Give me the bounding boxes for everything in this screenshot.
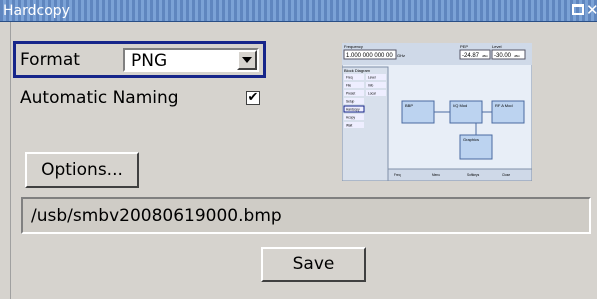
- preview-freq-unit: GHz: [397, 53, 405, 58]
- chevron-down-icon: [242, 57, 252, 63]
- format-value: PNG: [131, 51, 168, 71]
- file-path-field[interactable]: /usb/smbv20080619000.bmp: [21, 197, 591, 234]
- softkey: Menu: [432, 173, 440, 177]
- preview-level-value: -30.00: [494, 53, 512, 59]
- menu-item: Local: [368, 92, 376, 96]
- preview-freq-label: Frequency: [344, 44, 363, 49]
- hardcopy-dialog: Hardcopy ✕ Format PNG Automatic Naming ✔…: [0, 0, 597, 299]
- automatic-naming-label: Automatic Naming: [20, 88, 179, 108]
- dropdown-button[interactable]: [237, 50, 257, 70]
- file-path-text: /usb/smbv20080619000.bmp: [31, 206, 282, 226]
- close-icon[interactable]: ✕: [586, 2, 597, 19]
- preview-level-label: Level: [492, 44, 502, 49]
- menu-item: File: [346, 84, 351, 88]
- block-label: BBP: [405, 103, 413, 108]
- preview-menu-title: Block Diagram: [344, 68, 371, 73]
- block-label: I/Q Mod: [453, 103, 467, 108]
- preview-pep-label: PEP: [460, 44, 468, 49]
- softkey: Softkeys: [467, 173, 480, 177]
- save-button[interactable]: Save: [261, 247, 366, 282]
- menu-item: Info: [368, 84, 374, 88]
- menu-item: Hardcopy: [346, 108, 360, 112]
- softkey: Close: [502, 173, 510, 177]
- left-border: [0, 22, 11, 299]
- hardcopy-preview: Frequency 1.000 000 000 00 GHz PEP Level…: [342, 43, 532, 181]
- block-label: RF A Mod: [495, 103, 513, 108]
- menu-item: Hcopy: [346, 116, 355, 120]
- options-button[interactable]: Options...: [25, 152, 139, 188]
- format-select[interactable]: PNG: [123, 48, 259, 72]
- preview-pep-value: -24.87: [462, 53, 480, 59]
- block-label: Graphics: [463, 137, 479, 142]
- preview-softkey-bar: [387, 168, 532, 181]
- preview-pep-unit: dBm: [482, 54, 489, 58]
- menu-item: Wait: [346, 124, 352, 128]
- menu-item: Level: [368, 76, 376, 80]
- automatic-naming-checkbox[interactable]: ✔: [246, 91, 260, 105]
- menu-item: Preset: [346, 92, 355, 96]
- window-title: Hardcopy: [3, 3, 70, 19]
- maximize-icon[interactable]: [572, 4, 584, 15]
- preview-freq-value: 1.000 000 000 00: [346, 53, 393, 59]
- format-label: Format: [20, 50, 80, 70]
- title-bar[interactable]: Hardcopy ✕: [0, 0, 597, 22]
- softkey: Freq: [394, 173, 401, 177]
- menu-item: Setup: [346, 100, 355, 104]
- preview-level-unit: dBm: [514, 54, 521, 58]
- menu-item: Freq: [346, 76, 353, 80]
